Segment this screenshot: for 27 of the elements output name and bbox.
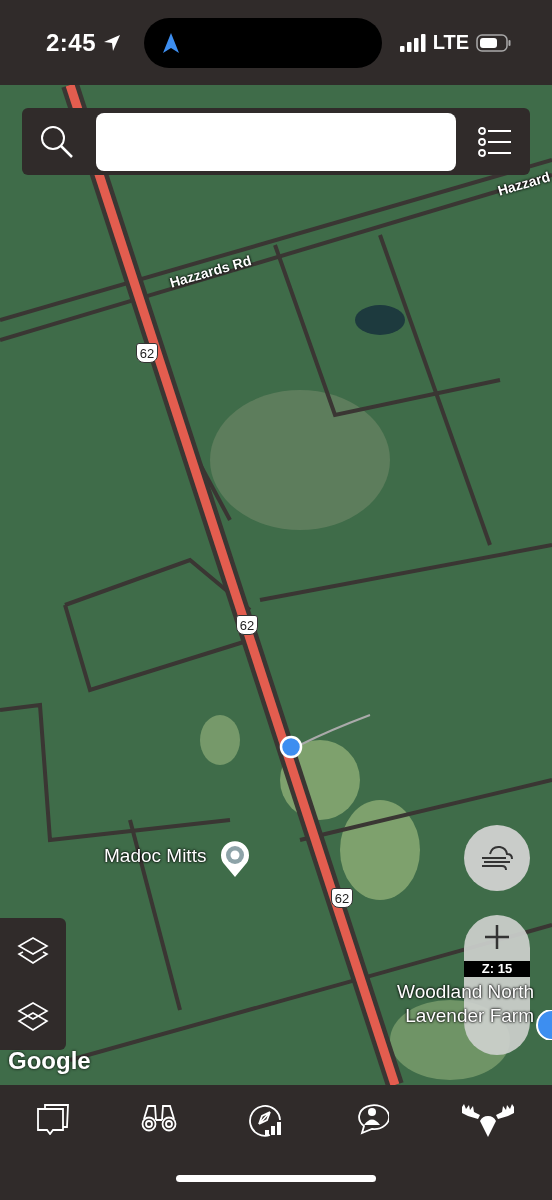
map-attribution: Google	[8, 1047, 91, 1075]
map-pin-icon[interactable]	[219, 840, 251, 878]
list-icon[interactable]	[478, 126, 512, 157]
zoom-in-button[interactable]	[485, 925, 509, 952]
navigation-arrow-icon	[162, 31, 181, 54]
route-shield: 62	[236, 615, 258, 635]
shop-marker-icon[interactable]	[535, 1010, 552, 1040]
route-shield: 62	[136, 343, 158, 363]
compass-signal-icon[interactable]	[247, 1103, 284, 1137]
search-field[interactable]	[96, 112, 456, 171]
battery-icon	[476, 33, 512, 52]
place-label[interactable]: Madoc Mitts	[104, 845, 207, 867]
windy-cloud-icon	[480, 844, 514, 872]
plus-icon	[485, 925, 509, 949]
signal-icon	[399, 33, 426, 52]
location-arrow-icon	[102, 32, 123, 53]
zoom-level: Z: 15	[464, 961, 530, 977]
clock-time: 2:45	[46, 28, 97, 57]
network-type: LTE	[432, 31, 469, 54]
route-shield: 62	[331, 888, 353, 908]
notes-icon[interactable]	[35, 1103, 70, 1135]
moose-antler-icon[interactable]	[460, 1103, 517, 1137]
binoculars-icon[interactable]	[140, 1103, 177, 1133]
profile-chat-icon[interactable]	[355, 1103, 390, 1135]
layers-icon[interactable]	[17, 935, 49, 966]
search-icon[interactable]	[40, 124, 74, 159]
layers-icon[interactable]	[17, 1000, 49, 1033]
